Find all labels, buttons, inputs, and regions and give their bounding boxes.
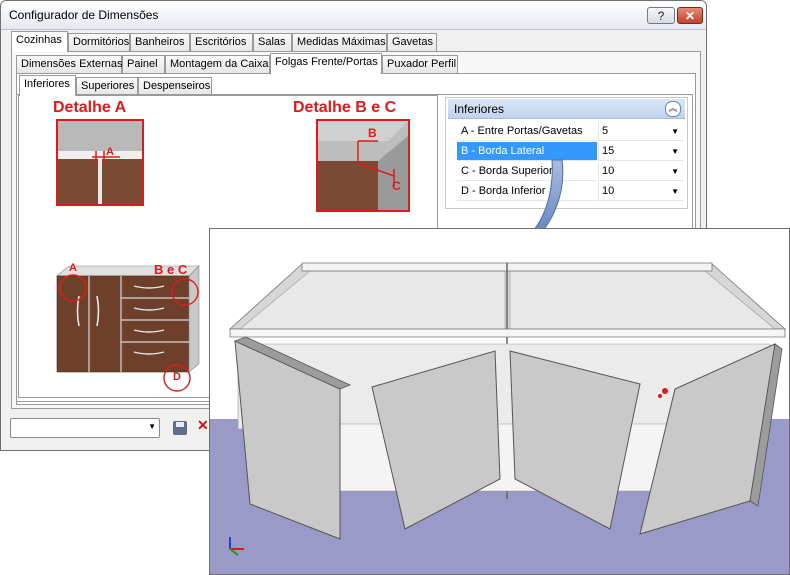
close-button[interactable]: ✕ xyxy=(677,7,703,24)
title-bar: Configurador de Dimensões ? ✕ xyxy=(1,1,706,30)
tab-dormitorios[interactable]: Dormitórios xyxy=(68,33,130,51)
grid-row-entre-portas[interactable]: A - Entre Portas/Gavetas 5 ▼ xyxy=(457,122,683,142)
borda-inferior-value[interactable]: 10 ▼ xyxy=(598,182,683,201)
detail-a-marker: A xyxy=(106,146,114,158)
grid-row-label: A - Entre Portas/Gavetas xyxy=(457,122,597,141)
tab-despenseiros[interactable]: Despenseiros xyxy=(138,77,212,95)
preset-dropdown[interactable]: ▼ xyxy=(10,418,160,438)
tab-puxador-perfil[interactable]: Puxador Perfil xyxy=(382,55,458,73)
detail-a-zoom: A xyxy=(56,119,144,206)
cabinet-3d-render xyxy=(210,229,789,574)
close-red-icon[interactable]: ✕ xyxy=(197,417,209,434)
detail-a-title: Detalhe A xyxy=(53,99,127,116)
tab-dimensoes-externas[interactable]: Dimensões Externas xyxy=(16,55,123,73)
category-tabs: Cozinhas Dormitórios Banheiros Escritóri… xyxy=(11,31,701,52)
tab-medidas-maximas[interactable]: Medidas Máximas xyxy=(292,33,387,51)
dropdown-arrow-icon[interactable]: ▼ xyxy=(671,162,679,181)
tab-gavetas[interactable]: Gavetas xyxy=(387,33,437,51)
grid-group-header[interactable]: Inferiores ︽ xyxy=(448,99,685,119)
borda-superior-value-text: 10 xyxy=(602,165,615,177)
borda-lateral-value-text: 15 xyxy=(602,145,615,157)
borda-superior-value[interactable]: 10 ▼ xyxy=(598,162,683,181)
dropdown-arrow-icon[interactable]: ▼ xyxy=(671,182,679,201)
cabinet-overview-drawing xyxy=(56,265,200,392)
tab-cozinhas[interactable]: Cozinhas xyxy=(11,31,68,52)
grid-group-title: Inferiores xyxy=(454,102,505,116)
detail-bc-zoom: B C xyxy=(316,119,410,212)
settings-tabs: Dimensões Externas Painel Montagem da Ca… xyxy=(16,53,696,74)
detail-a-drawing xyxy=(58,121,142,204)
borda-inferior-value-text: 10 xyxy=(602,185,615,197)
tab-banheiros[interactable]: Banheiros xyxy=(130,33,190,51)
callout-bc-label: B e C xyxy=(154,262,188,277)
tab-painel[interactable]: Painel xyxy=(122,55,165,73)
tab-folgas-frente-portas[interactable]: Folgas Frente/Portas xyxy=(270,53,382,74)
dropdown-arrow-icon[interactable]: ▼ xyxy=(671,142,679,161)
tab-escritorios[interactable]: Escritórios xyxy=(190,33,253,51)
detail-b-marker: B xyxy=(368,126,377,140)
entre-portas-value[interactable]: 5 ▼ xyxy=(598,122,683,141)
detail-c-marker: C xyxy=(392,179,401,193)
render-preview-viewport[interactable] xyxy=(209,228,790,575)
dropdown-arrow-icon[interactable]: ▼ xyxy=(671,122,679,141)
detail-bc-drawing xyxy=(318,121,408,210)
collapse-chevron-icon[interactable]: ︽ xyxy=(665,101,681,117)
tab-montagem-da-caixa[interactable]: Montagem da Caixa xyxy=(165,55,270,73)
tab-inferiores[interactable]: Inferiores xyxy=(19,75,76,96)
tab-superiores[interactable]: Superiores xyxy=(76,77,138,95)
help-button[interactable]: ? xyxy=(647,7,675,24)
entre-portas-value-text: 5 xyxy=(602,125,609,137)
callout-d-label: D xyxy=(173,371,181,383)
callout-a-label: A xyxy=(69,262,77,274)
chevron-down-icon[interactable]: ▼ xyxy=(148,422,156,431)
tab-salas[interactable]: Salas xyxy=(253,33,292,51)
window-title: Configurador de Dimensões xyxy=(9,8,159,22)
detail-bc-title: Detalhe B e C xyxy=(293,99,397,116)
save-icon[interactable] xyxy=(173,421,187,435)
borda-lateral-value[interactable]: 15 ▼ xyxy=(598,142,683,161)
